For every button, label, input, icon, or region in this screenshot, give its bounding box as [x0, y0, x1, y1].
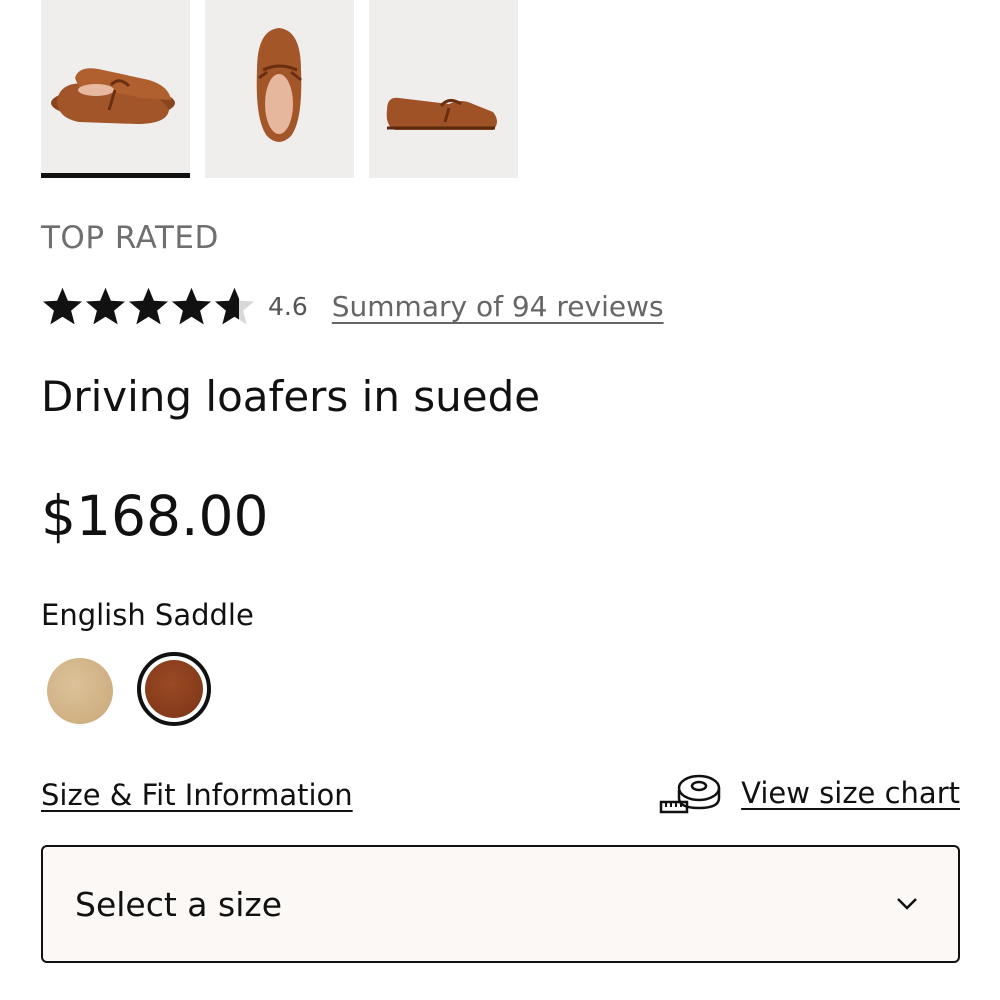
- size-fit-information-link[interactable]: Size & Fit Information: [41, 778, 353, 812]
- star-full-icon: [128, 287, 169, 324]
- selected-color-name: English Saddle: [41, 598, 254, 632]
- active-thumbnail-indicator: [41, 173, 190, 178]
- shoe-top-image: [256, 28, 302, 142]
- view-size-chart-link[interactable]: View size chart: [659, 772, 960, 814]
- top-rated-badge: TOP RATED: [41, 220, 219, 256]
- view-size-chart-label: View size chart: [741, 776, 960, 810]
- reviews-summary-link[interactable]: Summary of 94 reviews: [332, 290, 664, 323]
- thumbnail-1[interactable]: [41, 0, 190, 178]
- size-select-dropdown[interactable]: Select a size: [41, 845, 960, 963]
- color-swatch-tan[interactable]: [47, 658, 113, 724]
- star-partial-icon: [214, 287, 255, 324]
- chevron-down-icon: [897, 898, 917, 910]
- shoe-profile-image: [386, 97, 497, 130]
- thumbnail-3[interactable]: [369, 0, 518, 178]
- star-full-icon: [42, 287, 83, 324]
- rating-row: 4.6 Summary of 94 reviews: [41, 283, 664, 329]
- rating-value: 4.6: [268, 291, 308, 321]
- thumbnail-2[interactable]: [205, 0, 354, 178]
- star-full-icon: [171, 287, 212, 324]
- shoe-pair-image: [51, 68, 175, 124]
- product-price: $168.00: [41, 484, 269, 548]
- size-select-label: Select a size: [75, 884, 282, 924]
- color-swatch-english-saddle[interactable]: [145, 660, 203, 718]
- measuring-tape-icon: [659, 774, 721, 814]
- star-full-icon: [85, 287, 126, 324]
- product-title: Driving loafers in suede: [41, 372, 541, 421]
- star-rating: [41, 285, 256, 328]
